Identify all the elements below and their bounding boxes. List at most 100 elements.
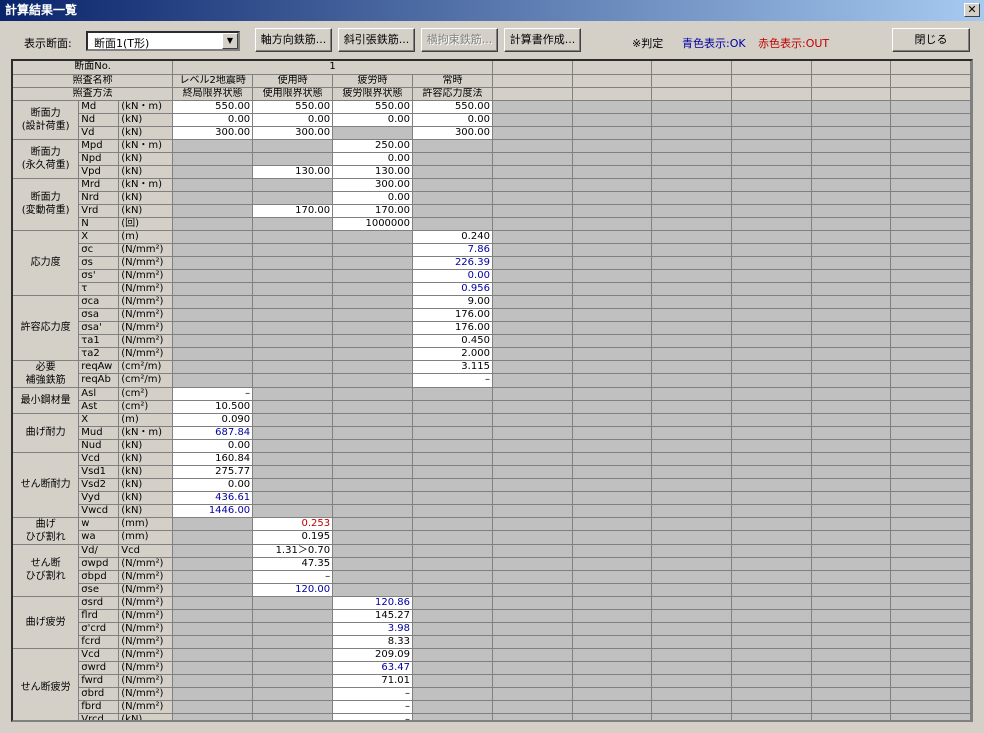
empty-column-cell xyxy=(731,478,812,492)
empty-column-cell xyxy=(492,178,573,192)
empty-column-cell xyxy=(492,491,573,505)
value-cell[interactable]: 250.00 xyxy=(332,139,414,153)
empty-column-cell xyxy=(651,570,732,584)
value-cell xyxy=(332,230,414,244)
value-cell[interactable]: – xyxy=(412,373,493,388)
value-cell[interactable]: 300.00 xyxy=(412,126,493,140)
value-cell[interactable]: 1.31＞0.70 xyxy=(252,544,334,558)
value-cell[interactable]: 176.00 xyxy=(412,308,493,322)
value-cell[interactable]: 10.500 xyxy=(172,400,254,414)
value-cell[interactable]: 300.00 xyxy=(332,178,414,192)
row-unit: (N/mm²) xyxy=(118,321,174,335)
value-cell[interactable]: 550.00 xyxy=(172,100,254,114)
value-cell[interactable]: 0.00 xyxy=(332,191,414,205)
empty-column-cell xyxy=(572,622,653,636)
value-cell[interactable]: – xyxy=(332,687,414,701)
value-cell[interactable]: 7.86 xyxy=(412,243,493,257)
value-cell[interactable]: 145.27 xyxy=(332,609,414,623)
value-cell[interactable]: 209.09 xyxy=(332,648,414,662)
value-cell[interactable]: 0.00 xyxy=(172,439,254,453)
value-cell[interactable]: 8.33 xyxy=(332,635,414,649)
value-cell[interactable]: 550.00 xyxy=(252,100,334,114)
value-cell[interactable]: – xyxy=(252,570,334,584)
value-cell[interactable]: 0.195 xyxy=(252,530,334,545)
row-name: Vsd2 xyxy=(78,478,120,492)
value-cell[interactable]: – xyxy=(172,387,254,401)
value-cell[interactable]: 71.01 xyxy=(332,674,414,688)
value-cell[interactable]: 160.84 xyxy=(172,452,254,466)
table-row: σbpd (N/mm²) – xyxy=(13,570,971,584)
value-cell[interactable]: 550.00 xyxy=(412,100,493,114)
section-select[interactable]: 断面1(T形) ▼ xyxy=(86,31,240,51)
value-cell[interactable]: 2.000 xyxy=(412,347,493,361)
empty-column-cell xyxy=(811,570,892,584)
table-row: 最小鋼材量 Asl (cm²) – xyxy=(13,387,971,414)
value-cell[interactable]: 9.00 xyxy=(412,295,493,309)
value-cell xyxy=(172,687,254,701)
row-unit: Vcd xyxy=(118,544,174,558)
value-cell[interactable]: 47.35 xyxy=(252,557,334,571)
value-cell[interactable]: 1000000 xyxy=(332,217,414,231)
axial-rebar-button[interactable]: 軸方向鉄筋... xyxy=(255,28,332,52)
row-group-label: せん断疲労 xyxy=(13,648,80,720)
value-cell[interactable]: 170.00 xyxy=(252,204,334,218)
empty-column-cell xyxy=(572,557,653,571)
value-cell xyxy=(332,413,414,427)
value-cell[interactable]: 0.090 xyxy=(172,413,254,427)
empty-column-cell xyxy=(572,139,653,153)
value-cell[interactable]: 275.77 xyxy=(172,465,254,479)
toolbar: 表示断面: 断面1(T形) ▼ 軸方向鉄筋... 斜引張鉄筋... 横拘束鉄筋.… xyxy=(0,21,984,57)
value-cell[interactable]: 0.450 xyxy=(412,334,493,348)
empty-column-cell xyxy=(572,491,653,505)
value-cell[interactable]: 300.00 xyxy=(172,126,254,140)
value-cell[interactable]: – xyxy=(332,700,414,714)
table-row: fwrd (N/mm²) 71.01 xyxy=(13,674,971,688)
value-cell[interactable]: 1446.00 xyxy=(172,504,254,518)
empty-column-cell xyxy=(890,517,971,531)
value-cell xyxy=(332,308,414,322)
value-cell[interactable]: 0.253 xyxy=(252,517,334,531)
row-name: σbpd xyxy=(78,570,120,584)
value-cell xyxy=(252,635,334,649)
value-cell[interactable]: 63.47 xyxy=(332,661,414,675)
value-cell[interactable]: 0.00 xyxy=(172,113,254,127)
value-cell[interactable]: 3.98 xyxy=(332,622,414,636)
value-cell[interactable]: 300.00 xyxy=(252,126,334,140)
chevron-down-icon[interactable]: ▼ xyxy=(222,33,238,49)
value-cell[interactable]: 0.240 xyxy=(412,230,493,244)
empty-column-cell xyxy=(811,687,892,701)
value-cell[interactable]: 130.00 xyxy=(252,165,334,179)
empty-column-cell xyxy=(811,674,892,688)
value-cell[interactable]: 0.00 xyxy=(412,269,493,283)
value-cell[interactable]: 0.00 xyxy=(332,113,414,127)
table-row: σwpd (N/mm²) 47.35 xyxy=(13,557,971,571)
value-cell[interactable]: 0.00 xyxy=(252,113,334,127)
value-cell[interactable]: 170.00 xyxy=(332,204,414,218)
create-report-button[interactable]: 計算書作成... xyxy=(504,28,581,52)
value-cell[interactable]: 226.39 xyxy=(412,256,493,270)
value-cell[interactable]: 0.00 xyxy=(412,113,493,127)
value-cell[interactable]: 176.00 xyxy=(412,321,493,335)
diagonal-tension-rebar-button[interactable]: 斜引張鉄筋... xyxy=(338,28,415,52)
empty-column-cell xyxy=(492,400,573,414)
empty-column-cell xyxy=(890,230,971,244)
close-icon[interactable]: ✕ xyxy=(964,3,980,17)
close-button[interactable]: 閉じる xyxy=(892,28,970,52)
row-group-label: 断面力 (永久荷重) xyxy=(13,139,80,179)
empty-column-cell xyxy=(651,282,732,296)
empty-column-cell xyxy=(492,557,573,571)
value-cell[interactable]: 0.00 xyxy=(172,478,254,492)
value-cell[interactable]: 130.00 xyxy=(332,165,414,179)
value-cell[interactable]: 0.956 xyxy=(412,282,493,296)
value-cell[interactable]: – xyxy=(332,713,414,720)
value-cell[interactable]: 0.00 xyxy=(332,152,414,166)
value-cell[interactable]: 120.86 xyxy=(332,596,414,610)
value-cell[interactable]: 436.61 xyxy=(172,491,254,505)
value-cell[interactable]: 550.00 xyxy=(332,100,414,114)
value-cell[interactable]: 687.84 xyxy=(172,426,254,440)
empty-column-cell xyxy=(572,373,653,388)
value-cell[interactable]: 120.00 xyxy=(252,583,334,597)
value-cell[interactable]: 3.115 xyxy=(412,360,493,374)
empty-column-cell xyxy=(572,308,653,322)
results-grid[interactable]: 断面No. 1 照査名称 レベル2地震時 使用時 疲労時 常時 照査方法 終局限界状態 使用限界状… xyxy=(11,59,973,722)
